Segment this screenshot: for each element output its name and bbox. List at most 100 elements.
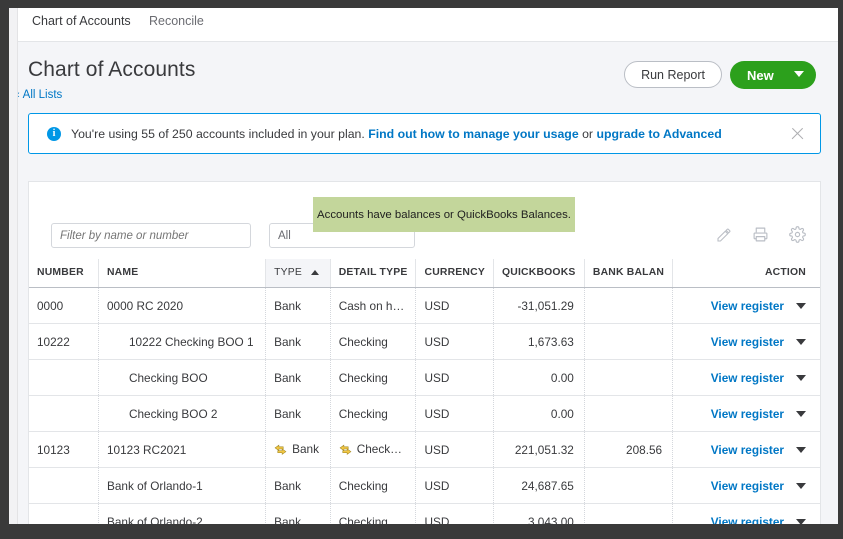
col-name-label: NAME xyxy=(107,267,138,278)
col-quickbooks-label: QUICKBOOKS xyxy=(502,267,576,278)
cell-quickbooks-balance: 221,051.32 xyxy=(493,432,584,468)
cell-quickbooks-balance: 0.00 xyxy=(493,360,584,396)
cell-name: 10222 Checking BOO 1 xyxy=(98,324,265,360)
cell-quickbooks-balance: 3,043.00 xyxy=(493,504,584,525)
table-header: NUMBER NAME TYPE DETAIL TYPE xyxy=(29,259,820,288)
cell-name: Bank of Orlando-1 xyxy=(98,468,265,504)
view-register-link[interactable]: View register xyxy=(711,443,784,457)
cell-detail-type-label: Checking xyxy=(339,371,388,385)
banner-conjunction: or xyxy=(582,127,593,141)
info-icon: i xyxy=(47,127,61,141)
tab-chart-of-accounts[interactable]: Chart of Accounts xyxy=(32,12,131,42)
table-body: 00000000 RC 2020BankCash on h…USD-31,051… xyxy=(29,288,820,525)
cell-currency: USD xyxy=(416,504,493,525)
breadcrumb-label: All Lists xyxy=(23,89,63,101)
table-row[interactable]: Checking BOO 2BankCheckingUSD0.00View re… xyxy=(29,396,820,432)
view-register-link[interactable]: View register xyxy=(711,371,784,385)
cell-currency: USD xyxy=(416,360,493,396)
cell-type-label: Bank xyxy=(274,371,301,385)
cell-action: View register xyxy=(703,468,820,504)
cell-type: Bank xyxy=(266,360,331,396)
cell-currency: USD xyxy=(416,396,493,432)
gear-icon[interactable] xyxy=(789,226,806,243)
upgrade-advanced-link[interactable]: upgrade to Advanced xyxy=(596,127,721,141)
cell-detail-type: Checking xyxy=(330,360,416,396)
new-button[interactable]: New xyxy=(730,61,816,89)
cell-type-label: Bank xyxy=(274,299,301,313)
cell-action: View register xyxy=(703,432,820,468)
col-quickbooks-balance[interactable]: QUICKBOOKS xyxy=(493,259,584,288)
cell-type-label: Bank xyxy=(292,442,319,456)
col-number[interactable]: NUMBER xyxy=(29,259,98,288)
row-menu-chevron-down-icon[interactable] xyxy=(796,339,806,345)
table-row[interactable]: 00000000 RC 2020BankCash on h…USD-31,051… xyxy=(29,288,820,324)
col-action: ACTION xyxy=(703,259,820,288)
col-spacer xyxy=(673,259,703,288)
col-number-label: NUMBER xyxy=(37,267,84,278)
breadcrumb-all-lists[interactable]: ‹ All Lists xyxy=(18,89,62,101)
view-register-link[interactable]: View register xyxy=(711,479,784,493)
print-icon[interactable] xyxy=(752,226,769,243)
cell-spacer xyxy=(673,396,703,432)
col-currency[interactable]: CURRENCY xyxy=(416,259,493,288)
cell-currency: USD xyxy=(416,324,493,360)
cell-action: View register xyxy=(703,324,820,360)
cell-detail-type: Checking xyxy=(330,468,416,504)
cell-type: Bank xyxy=(266,432,331,468)
view-register-link[interactable]: View register xyxy=(711,335,784,349)
pencil-icon[interactable] xyxy=(716,227,732,243)
table-row[interactable]: Checking BOO Bank Checking USD0.00 View regi… xyxy=(29,360,820,396)
cell-bank-balance xyxy=(584,504,672,525)
cell-type: Bank xyxy=(266,288,331,324)
cell-number: 10123 xyxy=(29,432,98,468)
cell-number xyxy=(29,396,98,432)
table-row[interactable]: 1012310123 RC2021BankCheck…USD221,051.32… xyxy=(29,432,820,468)
browser-window: Chart of Accounts Reconcile Chart of Acc… xyxy=(0,0,843,539)
tab-reconcile[interactable]: Reconcile xyxy=(149,12,204,42)
row-menu-chevron-down-icon[interactable] xyxy=(796,303,806,309)
view-register-link[interactable]: View register xyxy=(711,407,784,421)
window-chrome-bottom xyxy=(0,524,843,539)
cell-quickbooks-balance: 0.00 xyxy=(493,396,584,432)
cell-name: Checking BOO xyxy=(98,360,265,396)
cell-detail-type-label: Check… xyxy=(357,442,402,456)
cell-detail-type: Check… xyxy=(330,432,416,468)
row-menu-chevron-down-icon[interactable] xyxy=(796,519,806,524)
manage-usage-link[interactable]: Find out how to manage your usage xyxy=(368,127,578,141)
col-bank-balance[interactable]: BANK BALAN xyxy=(584,259,672,288)
accounts-card: Accounts have balances or QuickBooks Bal… xyxy=(28,181,821,524)
cell-name: Checking BOO 2 xyxy=(98,396,265,432)
table-row[interactable]: 1022210222 Checking BOO 1BankCheckingUSD… xyxy=(29,324,820,360)
table-row[interactable]: Bank of Orlando-2BankCheckingUSD3,043.00… xyxy=(29,504,820,525)
col-detail-type[interactable]: DETAIL TYPE xyxy=(330,259,416,288)
cell-action: View register xyxy=(703,360,820,396)
cell-spacer xyxy=(673,468,703,504)
row-menu-chevron-down-icon[interactable] xyxy=(796,483,806,489)
view-register-link[interactable]: View register xyxy=(711,515,784,525)
cell-type: Bank xyxy=(266,504,331,525)
sort-asc-icon xyxy=(311,270,319,275)
cell-type-label: Bank xyxy=(274,479,301,493)
col-name[interactable]: NAME xyxy=(98,259,265,288)
view-register-link[interactable]: View register xyxy=(711,299,784,313)
row-menu-chevron-down-icon[interactable] xyxy=(796,411,806,417)
cell-bank-balance xyxy=(584,288,672,324)
page-scrollbar[interactable] xyxy=(9,8,18,524)
col-type[interactable]: TYPE xyxy=(266,259,331,288)
run-report-button[interactable]: Run Report xyxy=(624,61,722,88)
row-menu-chevron-down-icon[interactable] xyxy=(796,375,806,381)
col-type-label: TYPE xyxy=(274,267,302,278)
cell-type: Bank xyxy=(266,396,331,432)
cell-type: Bank xyxy=(266,324,331,360)
cell-spacer xyxy=(673,504,703,525)
cell-bank-balance: 208.56 xyxy=(584,432,672,468)
search-input[interactable] xyxy=(51,223,251,248)
row-menu-chevron-down-icon[interactable] xyxy=(796,447,806,453)
sync-icon xyxy=(274,444,287,458)
sync-icon xyxy=(339,444,352,458)
table-row[interactable]: Bank of Orlando-1BankCheckingUSD24,687.6… xyxy=(29,468,820,504)
page-body: Chart of Accounts ‹ All Lists Run Report… xyxy=(18,42,838,524)
close-icon[interactable] xyxy=(789,125,806,142)
chevron-down-icon[interactable] xyxy=(794,71,804,77)
cell-detail-type-label: Checking xyxy=(339,515,388,525)
